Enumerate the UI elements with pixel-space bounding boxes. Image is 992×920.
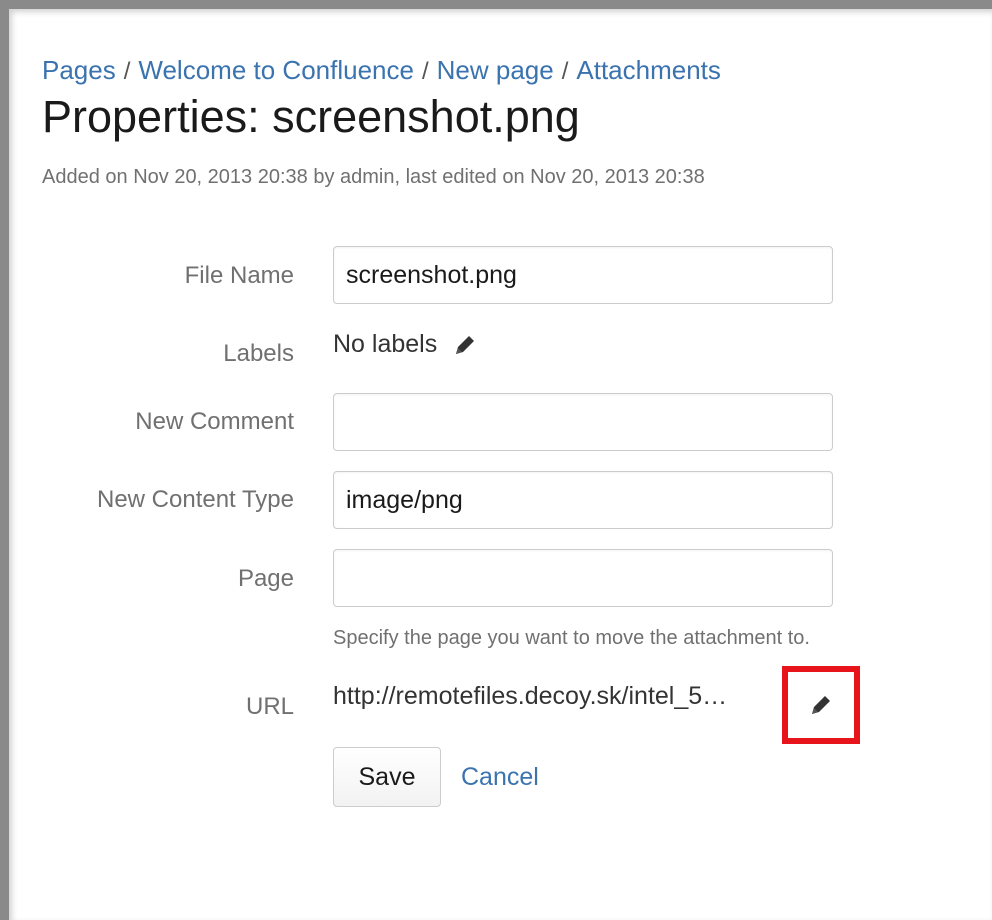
attachment-meta: Added on Nov 20, 2013 20:38 by admin, la…	[42, 166, 705, 188]
file-name-input[interactable]	[333, 246, 833, 304]
page-title: Properties: screenshot.png	[42, 91, 580, 142]
url-edit-highlight[interactable]	[782, 666, 860, 744]
page-frame: Pages / Welcome to Confluence / New page / Att…	[0, 0, 992, 920]
cancel-link[interactable]: Cancel	[461, 763, 539, 792]
save-button[interactable]: Save	[333, 747, 441, 807]
page-hint: Specify the page you want to move the at…	[333, 627, 810, 649]
page-input[interactable]	[333, 549, 833, 607]
new-comment-label: New Comment	[135, 408, 294, 435]
breadcrumb-new-page[interactable]: New page	[437, 55, 554, 85]
breadcrumb-welcome-to-confluence[interactable]: Welcome to Confluence	[138, 55, 414, 85]
breadcrumb-separator: /	[123, 58, 131, 85]
labels-edit-pencil-icon[interactable]	[452, 332, 478, 358]
breadcrumb-separator: /	[561, 58, 569, 85]
labels-label: Labels	[223, 340, 294, 367]
file-name-label: File Name	[184, 262, 294, 289]
new-content-type-input[interactable]	[333, 471, 833, 529]
no-labels-text: No labels	[333, 330, 438, 358]
breadcrumb: Pages / Welcome to Confluence / New page / Att…	[42, 55, 721, 86]
new-content-type-label: New Content Type	[96, 486, 294, 513]
page-label: Page	[237, 565, 294, 592]
breadcrumb-attachments[interactable]: Attachments	[576, 55, 721, 85]
url-label: URL	[245, 693, 294, 720]
url-value: http://remotefiles.decoy.sk/intel_5…	[333, 682, 728, 710]
new-comment-input[interactable]	[333, 393, 833, 451]
labels-value: No labels	[333, 330, 478, 359]
url-edit-pencil-icon[interactable]	[808, 692, 834, 718]
breadcrumb-pages[interactable]: Pages	[42, 55, 116, 85]
breadcrumb-separator: /	[421, 58, 429, 85]
